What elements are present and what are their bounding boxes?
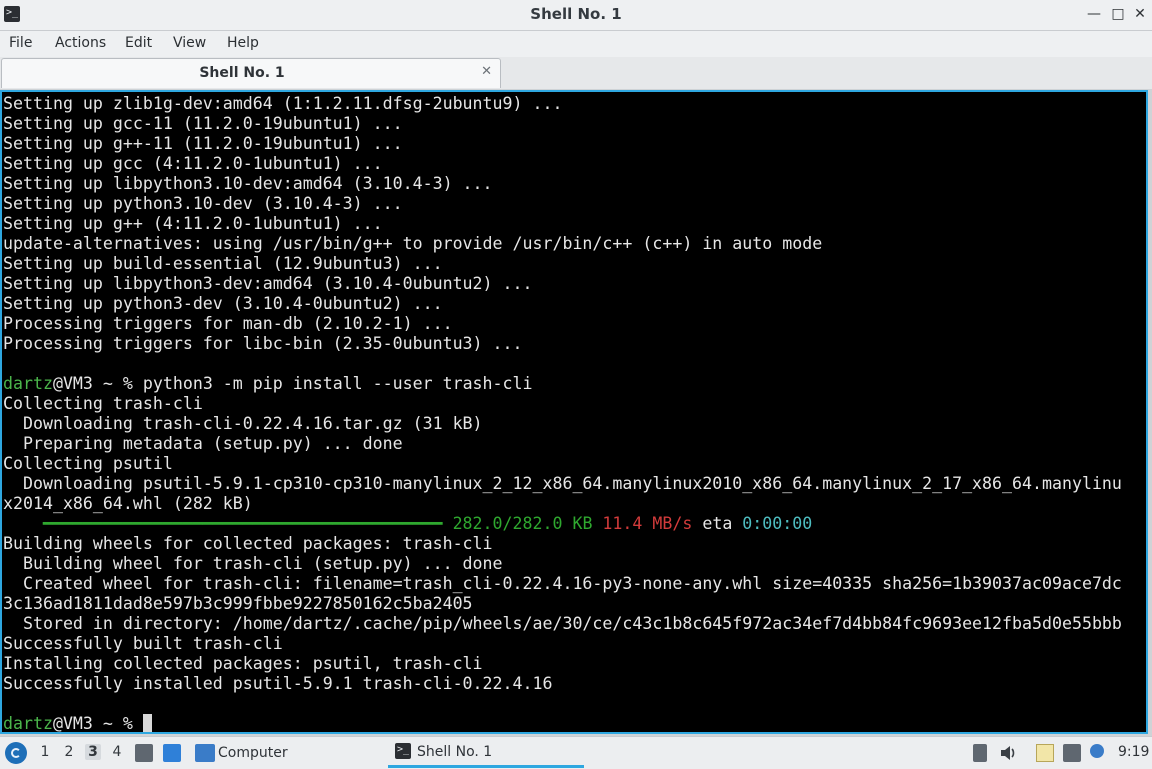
terminal-line: x2014_x86_64.whl (282 kB) bbox=[3, 494, 253, 513]
start-menu-icon[interactable] bbox=[5, 742, 27, 764]
terminal-window-icon: >_ bbox=[395, 743, 411, 759]
terminal-line: Processing triggers for libc-bin (2.35-0… bbox=[3, 334, 523, 353]
prompt-host: @VM3 ~ % bbox=[52, 374, 143, 393]
prompt-host: @VM3 ~ % bbox=[52, 714, 143, 733]
clipboard-icon[interactable] bbox=[973, 744, 987, 762]
notes-icon[interactable] bbox=[1036, 744, 1054, 762]
menu-file[interactable]: File bbox=[9, 35, 32, 51]
workspace-3[interactable]: 3 bbox=[85, 744, 101, 760]
terminal-line: Setting up zlib1g-dev:amd64 (1:1.2.11.df… bbox=[3, 94, 563, 113]
terminal-line: Created wheel for trash-cli: filename=tr… bbox=[3, 574, 1122, 593]
prompt-command: python3 -m pip install --user trash-cli bbox=[142, 374, 533, 393]
tab-label: Shell No. 1 bbox=[199, 65, 285, 81]
show-desktop-icon[interactable] bbox=[163, 744, 181, 762]
terminal-line: Building wheels for collected packages: … bbox=[3, 534, 493, 553]
prompt-user: dartz bbox=[3, 714, 53, 733]
terminal-line: Setting up gcc-11 (11.2.0-19ubuntu1) ... bbox=[3, 114, 403, 133]
menu-view[interactable]: View bbox=[173, 35, 206, 51]
progress-bar: ━━━━━━━━━━━━━━━━━━━━━━━━━━━━━━━━━━━━━━━━ bbox=[3, 514, 443, 533]
terminal-line: 3c136ad1811dad8e597b3c999fbbe9227850162c… bbox=[3, 594, 473, 613]
menu-edit[interactable]: Edit bbox=[125, 35, 152, 51]
volume-icon[interactable] bbox=[999, 744, 1017, 762]
close-window-button[interactable]: ✕ bbox=[1130, 4, 1150, 24]
terminal-line: dartz@VM3 ~ % bbox=[3, 714, 1122, 733]
terminal-line: Successfully installed psutil-5.9.1 tras… bbox=[3, 674, 553, 693]
terminal-line: Collecting trash-cli bbox=[3, 394, 203, 413]
terminal-line: Processing triggers for man-db (2.10.2-1… bbox=[3, 314, 453, 333]
network-icon[interactable] bbox=[1063, 744, 1081, 762]
workspace-2[interactable]: 2 bbox=[61, 744, 77, 760]
tab-close-icon[interactable]: ✕ bbox=[481, 64, 492, 79]
menu-bar: File Actions Edit View Help bbox=[0, 31, 1152, 57]
terminal-line: Downloading trash-cli-0.22.4.16.tar.gz (… bbox=[3, 414, 483, 433]
terminal-line: Stored in directory: /home/dartz/.cache/… bbox=[3, 614, 1122, 633]
terminal-output: Setting up zlib1g-dev:amd64 (1:1.2.11.df… bbox=[3, 94, 1122, 733]
menu-help[interactable]: Help bbox=[227, 35, 259, 51]
terminal-cursor bbox=[142, 714, 152, 732]
tab-bar: Shell No. 1 ✕ bbox=[0, 57, 1152, 89]
workspace-4[interactable]: 4 bbox=[109, 744, 125, 760]
terminal-line: Setting up python3.10-dev (3.10.4-3) ... bbox=[3, 194, 403, 213]
taskbar-window-shell[interactable]: >_ Shell No. 1 bbox=[388, 738, 584, 768]
progress-eta: 0:00:00 bbox=[742, 514, 813, 533]
prompt-user: dartz bbox=[3, 374, 53, 393]
terminal-line: Building wheel for trash-cli (setup.py) … bbox=[3, 554, 503, 573]
computer-launcher[interactable]: Computer bbox=[218, 745, 288, 761]
terminal-line: Downloading psutil-5.9.1-cp310-cp310-man… bbox=[3, 474, 1122, 493]
terminal-line: Preparing metadata (setup.py) ... done bbox=[3, 434, 403, 453]
menu-actions[interactable]: Actions bbox=[55, 35, 106, 51]
terminal-line: Setting up gcc (4:11.2.0-1ubuntu1) ... bbox=[3, 154, 383, 173]
clock[interactable]: 9:19 bbox=[1118, 744, 1149, 760]
terminal-line: Setting up build-essential (12.9ubuntu3)… bbox=[3, 254, 443, 273]
progress-eta-label: eta bbox=[692, 514, 743, 533]
taskbar-window-label: Shell No. 1 bbox=[417, 744, 493, 760]
terminal-line: Setting up g++-11 (11.2.0-19ubuntu1) ... bbox=[3, 134, 403, 153]
window-titlebar: >_ Shell No. 1 — □ ✕ bbox=[0, 0, 1152, 31]
update-icon[interactable] bbox=[1090, 744, 1104, 758]
window-title: Shell No. 1 bbox=[530, 5, 622, 23]
terminal-line: Setting up libpython3.10-dev:amd64 (3.10… bbox=[3, 174, 493, 193]
terminal-line: Setting up g++ (4:11.2.0-1ubuntu1) ... bbox=[3, 214, 383, 233]
folder-icon[interactable] bbox=[195, 744, 215, 762]
terminal-line: update-alternatives: using /usr/bin/g++ … bbox=[3, 234, 823, 253]
trash-icon[interactable] bbox=[135, 744, 153, 762]
progress-speed: 11.4 MB/s bbox=[592, 514, 693, 533]
terminal-line: ━━━━━━━━━━━━━━━━━━━━━━━━━━━━━━━━━━━━━━━━… bbox=[3, 514, 1122, 534]
maximize-button[interactable]: □ bbox=[1108, 4, 1128, 24]
progress-downloaded: 282.0/282.0 KB bbox=[442, 514, 593, 533]
terminal-view[interactable]: Setting up zlib1g-dev:amd64 (1:1.2.11.df… bbox=[0, 90, 1148, 734]
terminal-line: Setting up python3-dev (3.10.4-0ubuntu2)… bbox=[3, 294, 443, 313]
terminal-line: dartz@VM3 ~ % python3 -m pip install --u… bbox=[3, 374, 1122, 394]
terminal-line: Successfully built trash-cli bbox=[3, 634, 283, 653]
terminal-line: Installing collected packages: psutil, t… bbox=[3, 654, 483, 673]
tab-shell-1[interactable]: Shell No. 1 ✕ bbox=[1, 58, 501, 88]
workspace-1[interactable]: 1 bbox=[37, 744, 53, 760]
minimize-button[interactable]: — bbox=[1084, 4, 1104, 24]
terminal-line: Setting up libpython3-dev:amd64 (3.10.4-… bbox=[3, 274, 533, 293]
taskbar: 1 2 3 4 Computer >_ Shell No. 1 9:19 bbox=[0, 736, 1152, 769]
terminal-line: Collecting psutil bbox=[3, 454, 173, 473]
